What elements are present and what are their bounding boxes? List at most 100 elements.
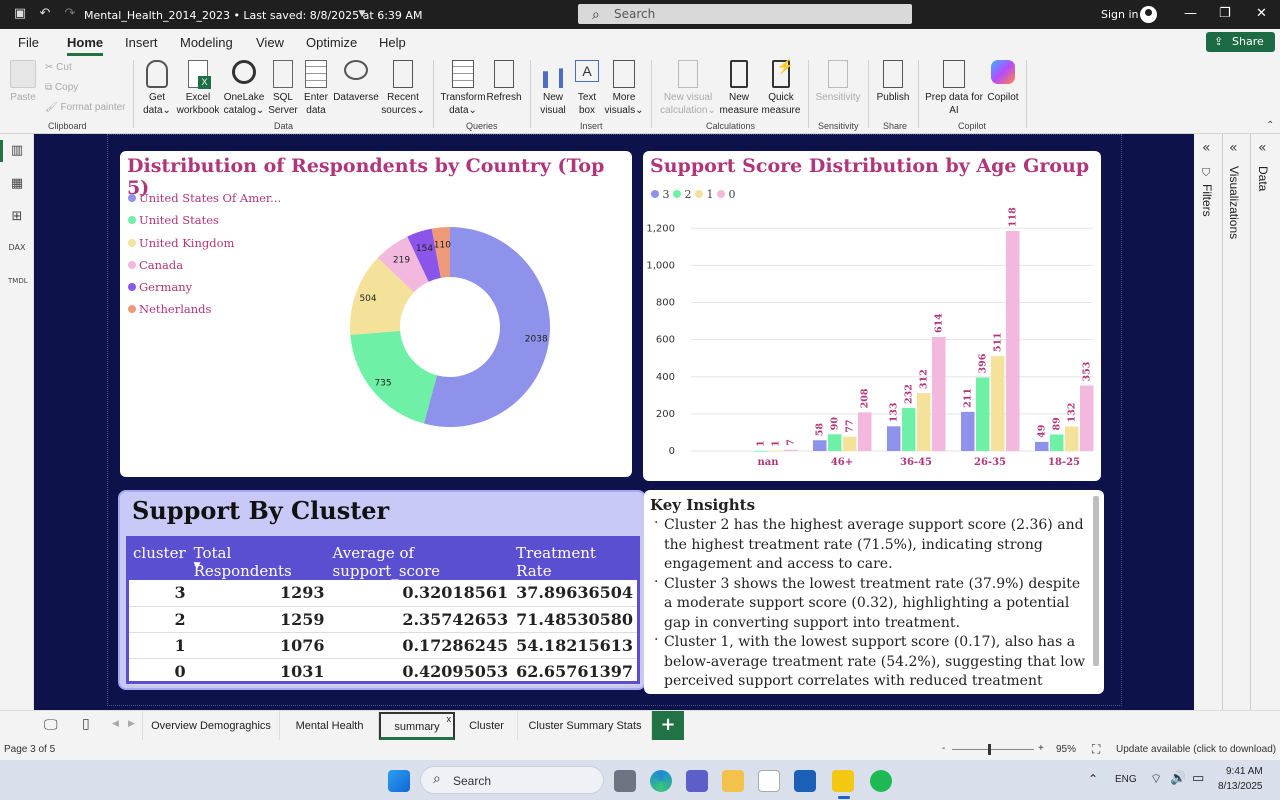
text-box-button[interactable]: A Text box xyxy=(572,60,602,117)
teams-icon[interactable] xyxy=(686,770,708,792)
legend-item[interactable]: Canada xyxy=(128,254,281,276)
page-tab-summary[interactable]: summary x xyxy=(379,712,455,740)
avatar-icon[interactable] xyxy=(1140,6,1157,23)
page-tab-cluster[interactable]: Cluster xyxy=(456,711,518,741)
spotify-icon[interactable] xyxy=(870,770,892,792)
edge-icon[interactable] xyxy=(650,770,672,792)
data-pane-tab[interactable]: Data xyxy=(1256,166,1270,191)
excel-workbook-button[interactable]: X Excel workbook xyxy=(175,60,221,117)
document-title[interactable]: Mental_Health_2014_2023 • Last saved: 8/… xyxy=(84,9,422,22)
table-row[interactable]: 1 1076 0.17286245 54.18215613 xyxy=(129,632,637,659)
legend-item[interactable]: 2 xyxy=(673,188,692,201)
expand-filters-icon[interactable]: « xyxy=(1202,140,1211,156)
more-visuals-button[interactable]: More visuals⌄ xyxy=(604,60,644,117)
column-header[interactable]: Total Respondents ▼ xyxy=(189,539,329,580)
tmdl-view-icon[interactable]: TMDL xyxy=(8,277,28,293)
zoom-thumb[interactable] xyxy=(988,744,991,755)
chevron-up-icon[interactable]: ⌃ xyxy=(1088,772,1098,786)
windows-start-icon[interactable] xyxy=(388,770,410,792)
copy-button[interactable]: ⧉ Copy xyxy=(45,82,78,93)
model-view-icon[interactable]: ⊞ xyxy=(8,209,26,225)
legend-item[interactable]: United States Of Amer... xyxy=(128,187,281,209)
battery-icon[interactable]: ▭ xyxy=(1192,771,1204,786)
donut-chart-visual[interactable]: Distribution of Respondents by Country (… xyxy=(120,151,632,477)
save-icon[interactable]: ▣ xyxy=(12,6,28,22)
menu-file[interactable]: File xyxy=(18,35,39,50)
close-tab-icon[interactable]: x xyxy=(447,706,452,732)
filters-pane-tab[interactable]: Filters xyxy=(1200,184,1214,217)
bar[interactable] xyxy=(976,377,990,451)
restore-icon[interactable]: ❐ xyxy=(1219,6,1231,21)
bar[interactable] xyxy=(917,393,931,451)
bar[interactable] xyxy=(961,411,975,451)
clock-date[interactable]: 8/13/2025 xyxy=(1218,781,1263,792)
chevron-down-icon[interactable]: ▼ xyxy=(354,6,370,22)
legend-item[interactable]: Netherlands xyxy=(128,298,281,320)
column-header[interactable]: cluster xyxy=(129,539,190,580)
refresh-button[interactable]: Refresh xyxy=(486,60,522,104)
cut-button[interactable]: ✂ Cut xyxy=(45,62,72,73)
bar[interactable] xyxy=(1065,426,1079,451)
minimize-icon[interactable]: — xyxy=(1184,6,1197,21)
page-tab-overview-demograghics[interactable]: Overview Demograghics xyxy=(142,711,280,741)
bar[interactable] xyxy=(754,450,768,452)
visualizations-pane-tab[interactable]: Visualizations xyxy=(1227,166,1241,239)
expand-data-icon[interactable]: « xyxy=(1258,140,1267,156)
zoom-level[interactable]: 95% xyxy=(1056,744,1076,755)
donut-slice[interactable] xyxy=(350,330,437,424)
bar[interactable] xyxy=(813,440,827,451)
cluster-table-visual[interactable]: Support By Cluster cluster Total Respond… xyxy=(118,490,646,690)
insights-scrollbar[interactable] xyxy=(1093,496,1099,666)
prep-data-ai-button[interactable]: Prep data for AI xyxy=(922,60,986,117)
report-view-icon[interactable]: ▥ xyxy=(8,143,26,159)
legend-item[interactable]: 3 xyxy=(651,188,670,201)
dataverse-button[interactable]: Dataverse xyxy=(332,60,380,104)
wifi-icon[interactable]: ⌔ xyxy=(1150,771,1162,787)
add-page-button[interactable]: + xyxy=(652,711,684,741)
column-header[interactable]: Average of support_score xyxy=(328,539,513,580)
bar[interactable] xyxy=(1050,434,1064,451)
taskbar-search[interactable]: ⌕ Search xyxy=(420,766,604,794)
undo-icon[interactable]: ↶ xyxy=(37,6,53,22)
key-insights-visual[interactable]: Key Insights · Cluster 2 has the highest … xyxy=(644,490,1104,694)
menu-optimize[interactable]: Optimize xyxy=(306,35,357,50)
onelake-catalog-button[interactable]: OneLake catalog⌄ xyxy=(222,60,266,117)
clock-time[interactable]: 9:41 AM xyxy=(1226,766,1263,777)
table-view-icon[interactable]: ▦ xyxy=(8,176,26,192)
column-header[interactable]: Treatment Rate xyxy=(512,539,637,580)
mobile-layout-icon[interactable]: ▯ xyxy=(82,716,90,732)
format-painter-button[interactable]: 🖌 Format painter xyxy=(45,102,126,113)
power-bi-icon[interactable] xyxy=(832,770,854,792)
volume-icon[interactable]: 🔊 xyxy=(1170,771,1186,786)
collapse-ribbon-icon[interactable]: ⌃ xyxy=(1266,120,1274,131)
share-button[interactable]: ⇪ Share xyxy=(1206,32,1275,52)
menu-insert[interactable]: Insert xyxy=(125,35,158,50)
menu-view[interactable]: View xyxy=(256,35,284,50)
desktop-layout-icon[interactable]: 🖵 xyxy=(44,717,58,733)
menu-modeling[interactable]: Modeling xyxy=(180,35,233,50)
bar[interactable] xyxy=(843,436,857,451)
legend-item[interactable]: 1 xyxy=(695,188,714,201)
store-icon[interactable] xyxy=(758,770,780,792)
bar[interactable] xyxy=(887,426,901,451)
bar[interactable] xyxy=(784,449,798,451)
bar[interactable] xyxy=(1080,385,1094,451)
update-available-link[interactable]: Update available (click to download) xyxy=(1116,744,1276,755)
fit-to-page-icon[interactable]: ⛶ xyxy=(1092,742,1100,757)
new-visual-button[interactable]: New visual xyxy=(537,60,569,117)
legend-item[interactable]: United States xyxy=(128,209,281,231)
file-explorer-icon[interactable] xyxy=(722,770,744,792)
menu-home[interactable]: Home xyxy=(67,35,104,56)
bar[interactable] xyxy=(932,337,946,451)
table-row[interactable]: 0 1031 0.42095053 62.65761397 xyxy=(129,658,637,685)
search-box[interactable]: ⌕ Search xyxy=(578,4,912,24)
legend-item[interactable]: United Kingdom xyxy=(128,232,281,254)
scroll-left-icon[interactable]: ◀ xyxy=(112,719,119,729)
transform-data-button[interactable]: Transform data⌄ xyxy=(440,60,486,117)
zoom-out-icon[interactable]: - xyxy=(942,743,945,754)
legend-item[interactable]: Germany xyxy=(128,276,281,298)
bar[interactable] xyxy=(769,450,783,452)
table-row[interactable]: 2 1259 2.35742653 71.48530580 xyxy=(129,606,637,633)
azure-data-studio-icon[interactable] xyxy=(794,770,816,792)
recent-sources-button[interactable]: Recent sources⌄ xyxy=(381,60,425,117)
